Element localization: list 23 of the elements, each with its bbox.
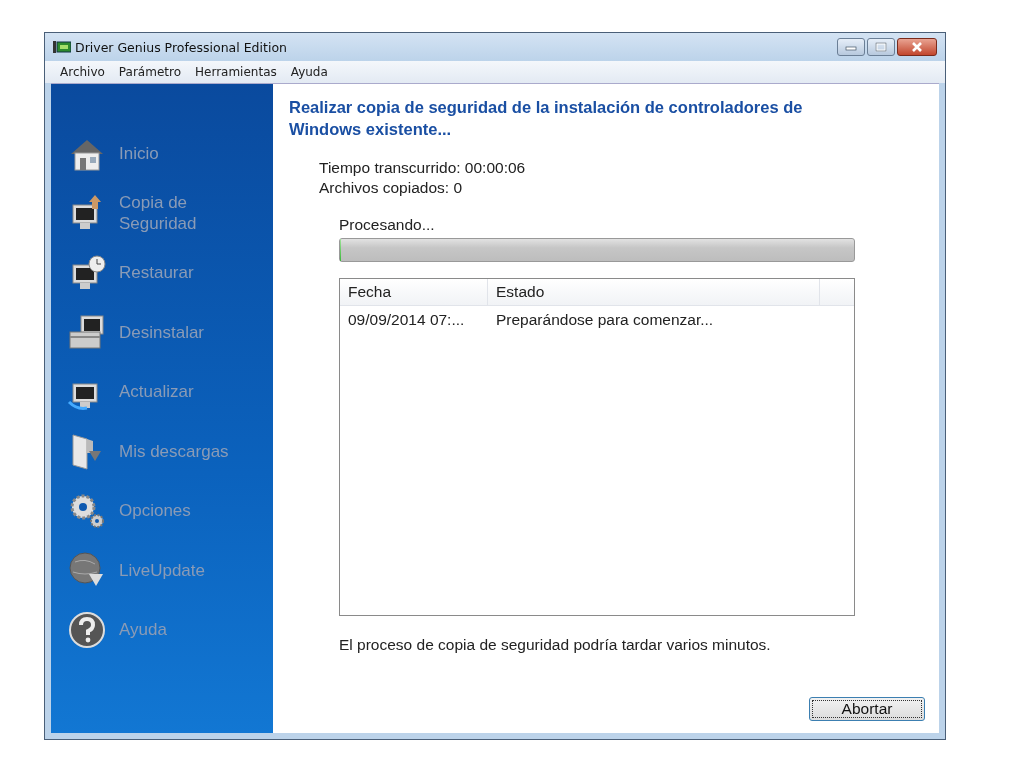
close-button[interactable] [897,38,937,56]
table-cell-text: Preparándose para comenzar... [495,311,715,329]
maximize-button[interactable] [867,38,895,56]
table-cell-text: 09/09/2014 07:... [347,311,466,329]
app-logo-icon [53,41,71,53]
status-text: Archivos copiados: 0 [319,178,464,198]
menu-item[interactable]: Archivo [53,65,112,79]
progress-label: Procesando... [339,216,436,234]
abort-button[interactable]: Abortar [809,697,925,721]
menu-item[interactable]: Herramientas [188,65,284,79]
menu-item[interactable]: Ayuda [283,65,335,79]
close-icon [910,42,924,52]
status-text: Tiempo transcurrido: 00:00:06 [319,158,527,178]
column-header[interactable]: Estado [488,279,820,305]
minimize-icon [845,43,857,51]
column-header[interactable]: Fecha [340,279,488,305]
window-title: Driver Genius Professional Edition [75,39,287,55]
info-text: El proceso de copia de seguridad podría tardar varios minutos. [339,636,772,654]
help-icon [67,609,107,650]
maximize-icon [875,42,887,52]
page-heading: Realizar copia de seguridad de la instalación de controladores de Windows existente... [289,97,804,140]
minimize-button[interactable] [837,38,865,56]
menu-item[interactable]: Parámetro [111,65,188,79]
